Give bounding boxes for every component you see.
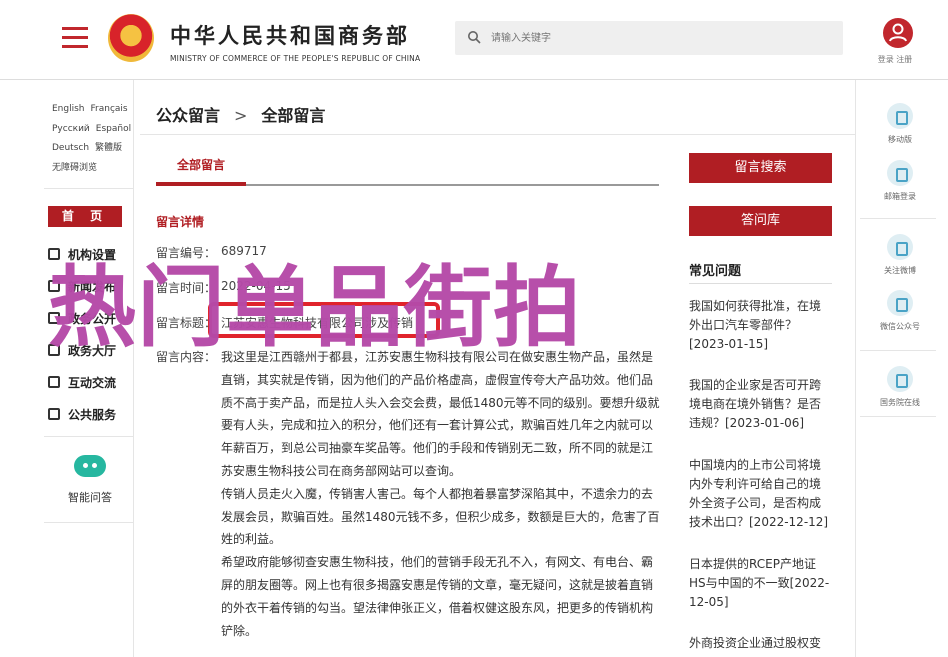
tab-all-messages[interactable]: 全部留言 bbox=[156, 156, 246, 186]
national-emblem-logo[interactable] bbox=[108, 14, 154, 62]
breadcrumb-level1[interactable]: 公众留言 bbox=[156, 106, 220, 125]
service-icon bbox=[48, 408, 60, 420]
wechat-icon bbox=[887, 290, 913, 316]
faq-item[interactable]: 日本提供的RCEP产地证HS与中国的不一致[2022-12-05] bbox=[689, 555, 832, 612]
content-paragraph: 希望政府能够彻查安惠生物科技，他们的营销手段无孔不入，有网文、有电台、霸屏的朋友… bbox=[221, 555, 654, 638]
faq-item[interactable]: 我国的企业家是否可开跨境电商在境外销售？是否违规？[2023-01-06] bbox=[689, 376, 832, 433]
mail-login-link[interactable]: 邮箱登录 bbox=[860, 160, 940, 202]
login-register-link[interactable]: 登录 注册 bbox=[874, 54, 916, 65]
weibo-icon bbox=[887, 234, 913, 260]
lang-russian[interactable]: Русский bbox=[52, 124, 90, 134]
nav-item-interact[interactable]: 互动交流 bbox=[48, 366, 128, 398]
divider bbox=[44, 436, 134, 437]
menu-icon[interactable] bbox=[62, 27, 88, 49]
nav-label: 公共服务 bbox=[68, 407, 117, 422]
divider bbox=[860, 416, 936, 417]
search-input[interactable] bbox=[491, 21, 831, 55]
gov-online-link[interactable]: 国务院在线 bbox=[860, 366, 940, 408]
rightbar-label: 关注微博 bbox=[884, 266, 916, 275]
language-list: English Français Русский Español Deutsch 繁體… bbox=[52, 100, 137, 178]
rightbar-label: 邮箱登录 bbox=[884, 192, 916, 201]
home-button[interactable]: 首 页 bbox=[48, 206, 122, 227]
breadcrumb-separator: > bbox=[234, 106, 248, 125]
site-brand[interactable]: 中华人民共和国商务部 MINISTRY OF COMMERCE OF THE P… bbox=[170, 20, 420, 63]
user-menu[interactable]: 登录 注册 bbox=[878, 18, 916, 65]
nav-item-public[interactable]: 公共服务 bbox=[48, 398, 128, 430]
wechat-link[interactable]: 微信公众号 bbox=[860, 290, 940, 332]
divider bbox=[44, 188, 134, 189]
accessibility-link[interactable]: 无障碍浏览 bbox=[52, 163, 97, 173]
faq-title: 常见问题 bbox=[689, 264, 742, 279]
search-bar bbox=[455, 21, 843, 55]
smart-qa[interactable]: 智能问答 bbox=[60, 455, 120, 505]
user-icon[interactable] bbox=[883, 18, 913, 48]
watermark-overlay-text: 热门单品街拍 bbox=[48, 256, 583, 359]
rightbar-label: 移动版 bbox=[888, 135, 912, 144]
breadcrumb-level2[interactable]: 全部留言 bbox=[261, 106, 325, 125]
mail-icon bbox=[887, 160, 913, 186]
divider bbox=[860, 218, 936, 219]
lang-french[interactable]: Français bbox=[91, 104, 128, 114]
site-title-en: MINISTRY OF COMMERCE OF THE PEOPLE'S REP… bbox=[170, 54, 421, 63]
tab-bar: 全部留言 bbox=[156, 156, 659, 186]
content-paragraph: 我这里是江西赣州于都县，江苏安惠生物科技有限公司在做安惠生物产品，虽然是直销，其… bbox=[221, 350, 660, 478]
faq-item[interactable]: 中国境内的上市公司将境内外专利许可给自己的境外全资子公司，是否构成技术出口？[2… bbox=[689, 456, 832, 532]
mobile-version-link[interactable]: 移动版 bbox=[860, 103, 940, 145]
content-paragraph: 传销人员走火入魔，传销害人害己。每个人都抱着暴富梦深陷其中，不遗余力的去发展会员… bbox=[221, 486, 660, 547]
smart-qa-label: 智能问答 bbox=[68, 491, 112, 504]
weibo-link[interactable]: 关注微博 bbox=[860, 234, 940, 276]
rightbar-label: 微信公众号 bbox=[880, 322, 920, 331]
divider bbox=[860, 350, 936, 351]
faq-library-button[interactable]: 答问库 bbox=[689, 206, 832, 236]
site-header: 中华人民共和国商务部 MINISTRY OF COMMERCE OF THE P… bbox=[0, 0, 948, 80]
robot-icon bbox=[74, 455, 106, 477]
lang-spanish[interactable]: Español bbox=[96, 124, 131, 134]
site-title-cn: 中华人民共和国商务部 bbox=[170, 24, 410, 48]
search-icon[interactable] bbox=[467, 30, 481, 44]
nav-label: 互动交流 bbox=[68, 375, 117, 390]
message-content: 我这里是江西赣州于都县，江苏安惠生物科技有限公司在做安惠生物产品，虽然是直销，其… bbox=[221, 346, 661, 642]
faq-item[interactable]: 我国如何获得批准，在境外出口汽车零部件？[2023-01-15] bbox=[689, 297, 832, 354]
divider bbox=[44, 522, 134, 523]
lang-traditional[interactable]: 繁體版 bbox=[95, 143, 122, 153]
lang-german[interactable]: Deutsch bbox=[52, 143, 89, 153]
message-search-button[interactable]: 留言搜索 bbox=[689, 153, 832, 183]
divider bbox=[140, 134, 855, 135]
mobile-icon bbox=[887, 103, 913, 129]
breadcrumb: 公众留言 > 全部留言 bbox=[156, 102, 325, 126]
rightbar-label: 国务院在线 bbox=[880, 398, 920, 407]
faq-item[interactable]: 外商投资企业通过股权变 bbox=[689, 634, 832, 653]
divider bbox=[689, 283, 832, 284]
chat-icon bbox=[48, 376, 60, 388]
lang-english[interactable]: English bbox=[52, 104, 85, 114]
section-title: 留言详情 bbox=[156, 215, 205, 229]
at-icon bbox=[887, 366, 913, 392]
